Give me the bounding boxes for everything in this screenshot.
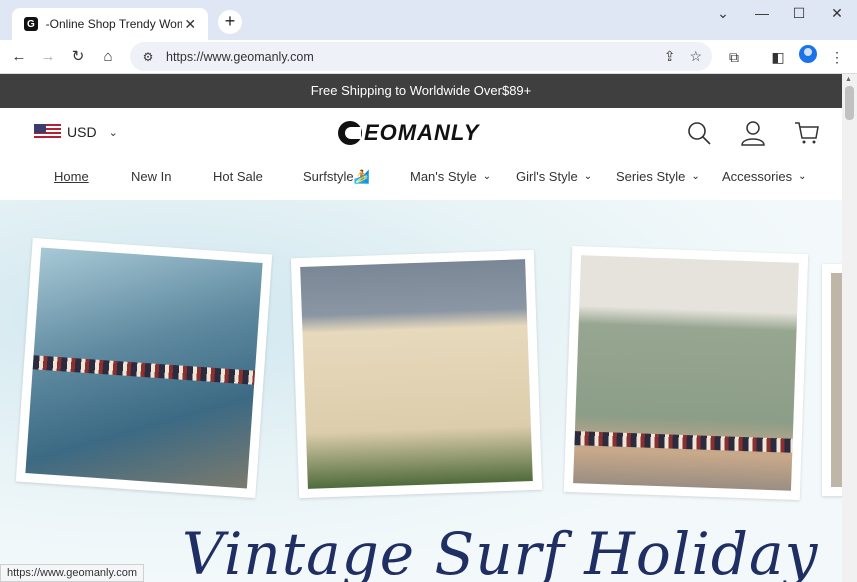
link-status-bubble: https://www.geomanly.com [0, 564, 145, 582]
scrollbar-thumb[interactable] [845, 86, 854, 120]
hero-title: Vintage Surf Holiday [182, 520, 819, 582]
reload-icon[interactable]: ↻ [66, 45, 90, 69]
site-header: USD ⌄ EOMANLY [0, 108, 842, 160]
photo-image [831, 273, 842, 487]
photo-image [300, 259, 533, 489]
chevron-down-icon: ⌄ [691, 171, 700, 182]
account-icon[interactable] [740, 120, 766, 146]
shorts-trim [574, 431, 793, 453]
logo-wave-icon [338, 121, 362, 145]
nav-mans-style[interactable]: Man's Style ⌄ [410, 169, 491, 184]
nav-girls-style-label: Girl's Style [516, 169, 578, 184]
chevron-down-icon: ⌄ [482, 171, 492, 182]
nav-surfstyle[interactable]: Surfstyle🏄 [303, 169, 370, 185]
extensions-puzzle-icon[interactable]: ⧉ [723, 46, 745, 68]
nav-new-in[interactable]: New In [131, 169, 171, 184]
photo-image [25, 247, 263, 489]
cart-icon[interactable] [794, 120, 820, 146]
close-window-button[interactable]: ✕ [819, 4, 855, 24]
tab-title: -Online Shop Trendy Women's [45, 17, 183, 31]
back-arrow-icon[interactable]: ← [7, 45, 31, 69]
nav-mans-style-label: Man's Style [410, 169, 477, 184]
profile-avatar-icon[interactable] [799, 45, 817, 63]
product-photo [822, 264, 842, 496]
bookmark-star-icon[interactable]: ☆ [689, 48, 702, 65]
chevron-down-icon: ⌄ [583, 171, 593, 182]
forward-arrow-icon[interactable]: → [36, 45, 60, 69]
nav-series-style[interactable]: Series Style ⌄ [616, 169, 700, 184]
scroll-up-arrow-icon[interactable]: ▲ [845, 76, 852, 83]
browser-toolbar: ← → ↻ ⌂ ⚙ https://www.geomanly.com ⇪ ☆ ⧉… [0, 40, 857, 74]
us-flag-icon [34, 124, 61, 140]
nav-accessories-label: Accessories [722, 169, 793, 184]
web-page: Free Shipping to Worldwide Over$89+ USD … [0, 74, 842, 582]
url-text[interactable]: https://www.geomanly.com [166, 50, 314, 64]
nav-girls-style[interactable]: Girl's Style ⌄ [516, 169, 592, 184]
nav-hot-sale[interactable]: Hot Sale [213, 169, 263, 184]
site-logo[interactable]: EOMANLY [338, 120, 479, 146]
search-icon[interactable] [686, 120, 712, 146]
main-navigation: Home New In Hot Sale Surfstyle🏄 Man's St… [0, 160, 842, 198]
nav-accessories[interactable]: Accessories ⌄ [722, 169, 806, 184]
menu-kebab-icon[interactable]: ⋮ [826, 46, 848, 68]
tab-search-button[interactable]: ⌄ [705, 4, 741, 24]
site-info-icon[interactable]: ⚙ [140, 49, 156, 65]
page-scrollbar[interactable]: ▲ [842, 74, 857, 582]
side-panel-icon[interactable]: ◧ [767, 46, 789, 68]
currency-selector[interactable]: USD ⌄ [34, 124, 118, 140]
product-photo [15, 237, 273, 499]
chevron-down-icon: ⌄ [798, 171, 807, 182]
photo-image [573, 255, 799, 491]
browser-tab[interactable]: G -Online Shop Trendy Women's ✕ [12, 8, 208, 40]
product-photo [290, 249, 543, 499]
product-photo [563, 245, 809, 501]
nav-home[interactable]: Home [54, 169, 89, 184]
currency-code: USD [67, 124, 97, 140]
chevron-down-icon: ⌄ [108, 126, 118, 139]
share-icon[interactable]: ⇪ [664, 48, 676, 65]
announcement-bar: Free Shipping to Worldwide Over$89+ [0, 74, 842, 108]
logo-text: EOMANLY [364, 120, 480, 145]
maximize-button[interactable]: ☐ [781, 4, 817, 24]
nav-series-style-label: Series Style [616, 169, 686, 184]
shorts-trim [32, 355, 256, 385]
close-tab-icon[interactable]: ✕ [182, 16, 198, 33]
address-bar[interactable]: ⚙ https://www.geomanly.com ⇪ ☆ [130, 42, 712, 71]
hero-banner[interactable]: Vintage Surf Holiday [0, 200, 842, 582]
new-tab-button[interactable]: + [218, 10, 242, 34]
site-favicon-icon: G [24, 17, 38, 31]
minimize-button[interactable]: — [744, 4, 780, 24]
home-icon[interactable]: ⌂ [96, 45, 120, 69]
tab-bar: G -Online Shop Trendy Women's ✕ + ⌄ — ☐ … [0, 0, 857, 40]
